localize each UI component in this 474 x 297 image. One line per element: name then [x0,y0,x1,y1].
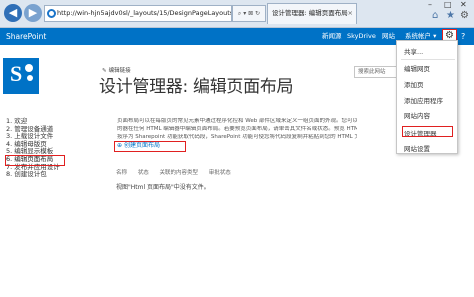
close-tab-icon[interactable]: × [348,4,353,23]
menu-item-site-contents[interactable]: 网站内容 [404,110,430,120]
search-input[interactable]: 搜索此网站 [354,66,402,78]
address-bar[interactable]: http://win-hjn5ajdv0sl/_layouts/15/Desig… [44,5,232,22]
nav-item-create-design-package[interactable]: 8. 创建设计包 [6,171,86,179]
maximize-icon[interactable]: □ [444,0,452,9]
home-icon[interactable]: ⌂ [432,10,438,21]
skydrive-link[interactable]: SkyDrive [347,28,376,45]
help-icon[interactable]: ? [461,28,465,45]
sharepoint-logo[interactable]: S [3,58,39,94]
sharepoint-brand[interactable]: SharePoint [6,28,46,45]
menu-item-site-settings[interactable]: 网站设置 [404,143,430,153]
close-window-icon[interactable]: ✕ [460,0,467,9]
menu-item-add-page[interactable]: 添加页 [404,79,424,89]
nav-highlight-box [5,155,65,166]
description-line: 的器在任何 HTML 编辑器中编辑页面布局。若要预览页面布局，请单击其文件名或状… [117,125,357,132]
minimize-icon[interactable]: – [428,0,432,9]
column-header-name[interactable]: 名称 [116,170,127,176]
menu-item-share[interactable]: 共享... [404,46,423,56]
page-title: 设计管理器: 编辑页面布局 [99,77,294,97]
star-icon[interactable]: ★ [446,10,455,21]
menu-highlight-box [402,126,453,137]
logo-dot [25,64,33,72]
description-line: 页面布局可以在每版页的常见元素中通过程序化控和 Web 部件区域来定义一组页面的… [117,118,357,124]
tab-title: 设计管理器: 编辑页面布局 [272,9,348,17]
empty-view-message: 视图"Html 页面布局"中没有文件。 [116,184,210,191]
left-navigation: 1. 欢迎 2. 管理设备通道 3. 上载设计文件 4. 编辑母版页 5. 编辑… [6,117,86,179]
menu-item-add-app[interactable]: 添加应用程序 [404,95,443,105]
sites-link[interactable]: 网站 [382,28,395,45]
column-header-approval[interactable]: 审批状态 [209,170,231,176]
logo-dot [27,75,33,81]
menu-item-edit-page[interactable]: 编辑网页 [404,63,430,73]
browser-toolbar: ◀ ▶ http://win-hjn5ajdv0sl/_layouts/15/D… [0,0,474,28]
create-page-layout-label: 创建页面布局 [124,142,161,149]
create-page-layout-link[interactable]: ⊕ 创建页面布局 [114,141,186,152]
tools-gear-icon[interactable]: ⚙ [460,10,469,21]
page-description: 页面布局可以在每版页的常见元素中通过程序化控和 Web 部件区域来定义一组页面的… [117,118,357,141]
forward-arrow-icon[interactable]: ▶ [24,4,42,22]
address-url: http://win-hjn5ajdv0sl/_layouts/15/Desig… [57,9,232,17]
column-header-content-type[interactable]: 关联的内容类型 [160,170,199,176]
browser-tab[interactable]: 设计管理器: 编辑页面布局 × [267,3,357,24]
address-tools[interactable]: ⌕ ▾ ⊠ ↻ [232,5,266,22]
column-header-status[interactable]: 状态 [138,170,149,176]
menu-divider [401,59,455,60]
plus-icon: ⊕ [117,142,123,149]
ie-icon [47,9,56,18]
back-arrow-icon[interactable]: ◀ [4,4,22,22]
list-column-headers: 名称 状态 关联的内容类型 审批状态 [116,168,240,176]
newsfeed-link[interactable]: 新闻源 [322,28,342,45]
